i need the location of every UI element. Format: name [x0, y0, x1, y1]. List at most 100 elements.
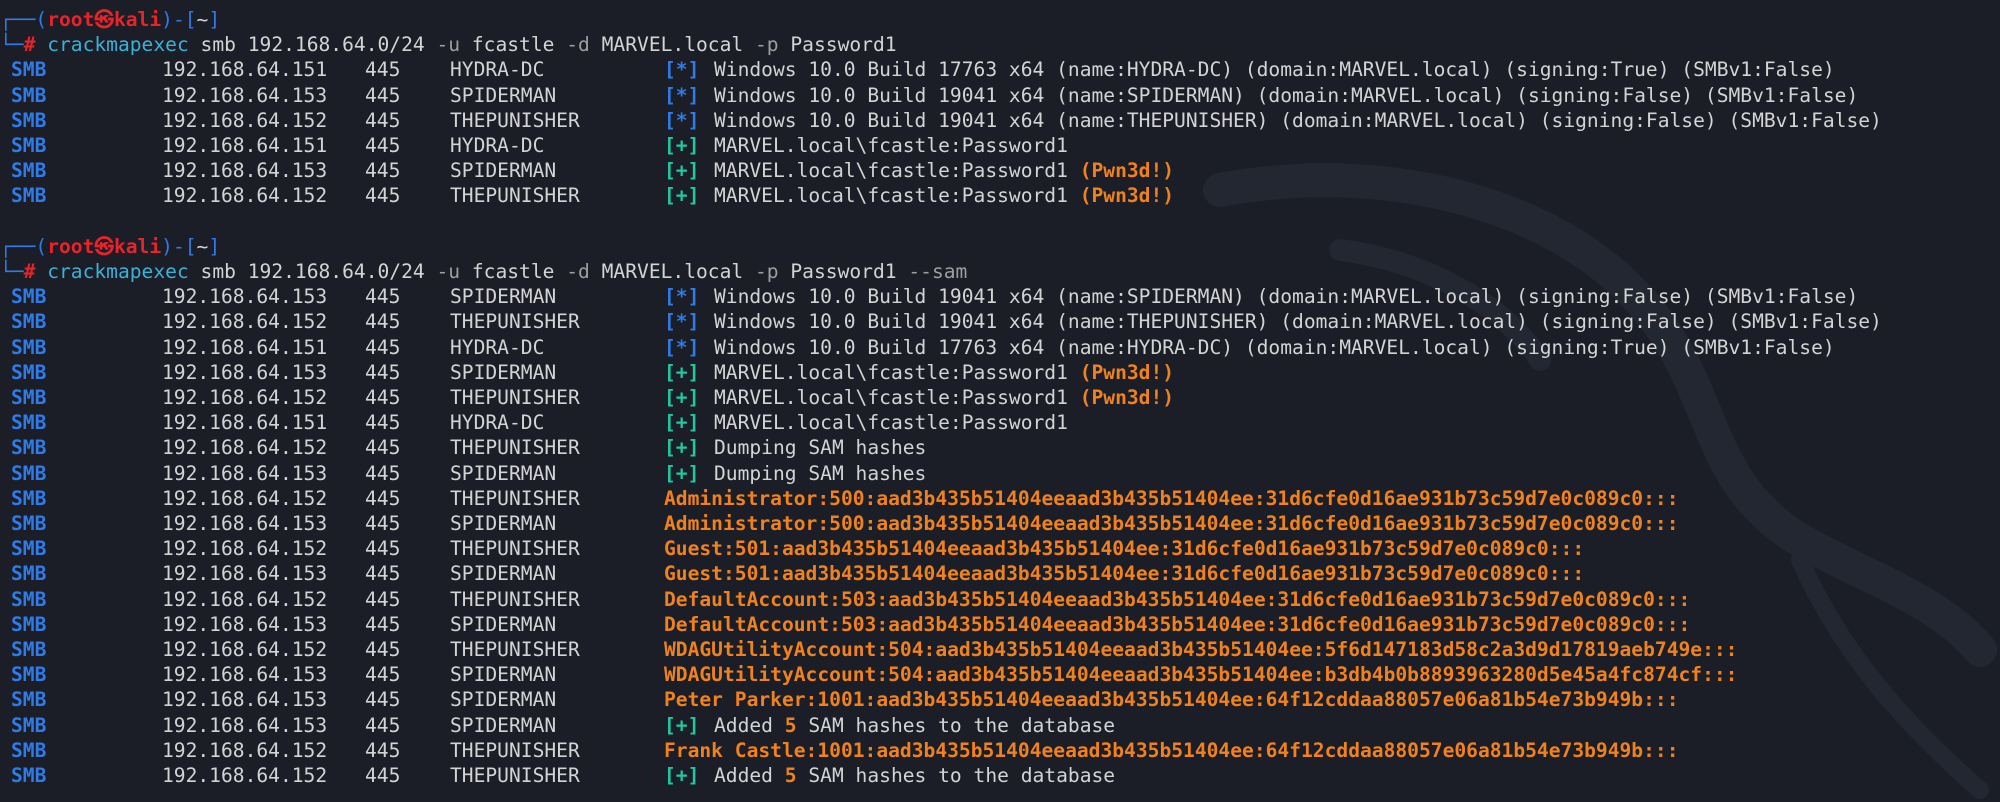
- pwned-badge: (Pwn3d!): [1079, 360, 1175, 384]
- protocol-label: SMB: [11, 83, 47, 107]
- ip-address: 192.168.64.153: [162, 285, 328, 309]
- ip-address: 192.168.64.151: [162, 411, 328, 435]
- ip-address: 192.168.64.152: [162, 537, 328, 561]
- message-text: Windows 10.0 Build 19041 x64 (name:THEPU…: [714, 108, 1882, 132]
- port: 445: [365, 411, 401, 435]
- protocol-label: SMB: [11, 310, 47, 334]
- protocol-label: SMB: [11, 134, 47, 157]
- command-arg: smb 192.168.64.0/24: [188, 260, 437, 283]
- ip-address: 192.168.64.152: [162, 436, 328, 460]
- port: 445: [365, 562, 401, 586]
- info-marker: [*]: [664, 108, 700, 132]
- protocol-label: SMB: [11, 562, 47, 586]
- hostname: THEPUNISHER: [450, 436, 580, 460]
- command-arg: MARVEL.local: [589, 260, 755, 283]
- output-row: SMB 192.168.64.152 445 THEPUNISHER WDAGUtili…: [0, 637, 2000, 662]
- message: Added 5 SAM hashes to the database: [714, 713, 1115, 738]
- output-row: SMB 192.168.64.153 445 SPIDERMAN Administrat…: [0, 511, 2000, 536]
- info-marker: [*]: [664, 58, 700, 82]
- success-marker: [+]: [664, 360, 700, 384]
- prompt-header: ┌──(root㉿kali)-[~]: [0, 7, 2000, 32]
- protocol-label: SMB: [11, 386, 47, 409]
- ip-address: 192.168.64.152: [162, 486, 328, 510]
- port: 445: [365, 436, 401, 460]
- hostname: SPIDERMAN: [450, 83, 557, 107]
- protocol-label: SMB: [11, 335, 47, 359]
- sam-hash: Administrator:500:aad3b435b51404eeaad3b4…: [664, 486, 1679, 510]
- terminal-output[interactable]: ┌──(root㉿kali)-[~] └─# crackmapexec smb 1…: [0, 0, 2000, 802]
- hash-count: 5: [784, 713, 797, 737]
- output-row: SMB 192.168.64.153 445 SPIDERMAN Guest:501:a…: [0, 561, 2000, 586]
- port: 445: [365, 688, 401, 712]
- hostname: HYDRA-DC: [450, 134, 545, 157]
- message: Dumping SAM hashes: [714, 435, 926, 460]
- pwned-badge: (Pwn3d!): [1079, 386, 1175, 409]
- info-marker: [*]: [664, 335, 700, 359]
- message-text: Added: [714, 764, 773, 787]
- sam-hash: DefaultAccount:503:aad3b435b51404eeaad3b…: [664, 587, 1691, 611]
- success-marker: [+]: [664, 159, 700, 183]
- output-row: SMB 192.168.64.153 445 SPIDERMAN [*] Windows …: [0, 83, 2000, 108]
- protocol-label: SMB: [11, 537, 47, 561]
- command-flag: -p: [755, 260, 779, 283]
- protocol-label: SMB: [11, 108, 47, 132]
- hostname: SPIDERMAN: [450, 159, 557, 183]
- message: Windows 10.0 Build 17763 x64 (name:HYDRA…: [714, 335, 1835, 360]
- info-marker: [*]: [664, 285, 700, 309]
- success-marker: [+]: [664, 411, 700, 435]
- prompt-directory: ~: [196, 8, 209, 31]
- message-text: Added: [714, 713, 773, 737]
- command-line: └─# crackmapexec smb 192.168.64.0/24 -u …: [0, 32, 2000, 57]
- output-row: SMB 192.168.64.151 445 HYDRA-DC [*] Windows 1…: [0, 335, 2000, 360]
- hostname: SPIDERMAN: [450, 663, 557, 687]
- port: 445: [365, 512, 401, 535]
- info-marker: [*]: [664, 310, 700, 334]
- ip-address: 192.168.64.151: [162, 134, 328, 157]
- output-row: SMB 192.168.64.153 445 SPIDERMAN [+] MARVEL.l…: [0, 158, 2000, 183]
- pwned-badge: (Pwn3d!): [1079, 184, 1175, 208]
- ip-address: 192.168.64.152: [162, 764, 328, 787]
- protocol-label: SMB: [11, 411, 47, 435]
- message-text: MARVEL.local\fcastle:Password1: [714, 134, 1068, 157]
- hostname: THEPUNISHER: [450, 486, 580, 510]
- protocol-label: SMB: [11, 638, 47, 661]
- output-row: SMB 192.168.64.153 445 SPIDERMAN DefaultAcco…: [0, 612, 2000, 637]
- prompt-user: root: [47, 8, 95, 31]
- output-row: SMB 192.168.64.153 445 SPIDERMAN WDAGUtility…: [0, 662, 2000, 687]
- output-row: SMB 192.168.64.152 445 THEPUNISHER Frank Cas…: [0, 738, 2000, 763]
- hostname: SPIDERMAN: [450, 512, 557, 535]
- ip-address: 192.168.64.153: [162, 360, 328, 384]
- protocol-label: SMB: [11, 285, 47, 309]
- sam-hash: Frank Castle:1001:aad3b435b51404eeaad3b4…: [664, 738, 1679, 762]
- hostname: HYDRA-DC: [450, 411, 545, 435]
- output-row: SMB 192.168.64.152 445 THEPUNISHER [+] Dumpin…: [0, 435, 2000, 460]
- port: 445: [365, 537, 401, 561]
- message-text: Dumping SAM hashes: [714, 436, 927, 460]
- ip-address: 192.168.64.153: [162, 562, 328, 586]
- message: MARVEL.local\fcastle:Password1 (Pwn3d!): [714, 385, 1174, 410]
- port: 445: [365, 310, 401, 334]
- port: 445: [365, 134, 401, 157]
- message: Windows 10.0 Build 19041 x64 (name:SPIDE…: [714, 284, 1858, 309]
- sam-hash: Guest:501:aad3b435b51404eeaad3b435b51404…: [664, 537, 1585, 561]
- sam-hash: Administrator:500:aad3b435b51404eeaad3b4…: [664, 512, 1679, 535]
- message-text: Windows 10.0 Build 19041 x64 (name:SPIDE…: [714, 83, 1859, 107]
- hostname: SPIDERMAN: [450, 461, 557, 485]
- command-arg: fcastle: [460, 260, 567, 283]
- message-text: Windows 10.0 Build 17763 x64 (name:HYDRA…: [714, 58, 1835, 82]
- hostname: SPIDERMAN: [450, 285, 557, 309]
- protocol-label: SMB: [11, 436, 47, 460]
- command-flag: -p: [755, 33, 779, 57]
- command-flag: -u: [436, 33, 461, 57]
- port: 445: [365, 738, 401, 762]
- success-marker: [+]: [664, 184, 700, 208]
- port: 445: [365, 159, 401, 183]
- ip-address: 192.168.64.152: [162, 386, 328, 409]
- output-row: SMB 192.168.64.151 445 HYDRA-DC [+] MARVEL.lo…: [0, 410, 2000, 435]
- message: Windows 10.0 Build 19041 x64 (name:THEPU…: [714, 309, 1882, 334]
- ip-address: 192.168.64.153: [162, 83, 328, 107]
